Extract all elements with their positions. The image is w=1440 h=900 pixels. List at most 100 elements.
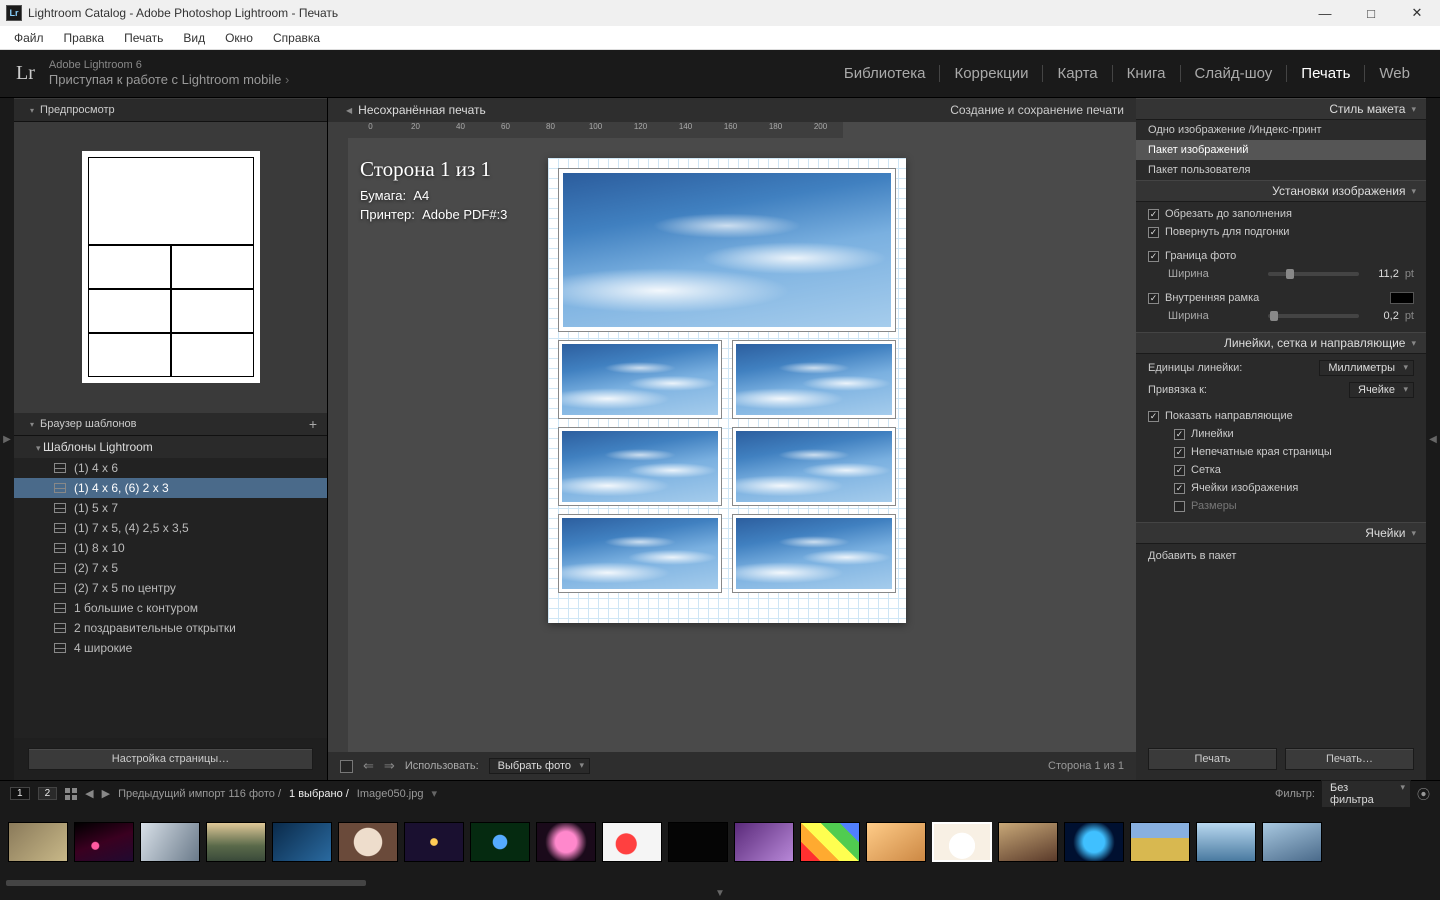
- filmstrip-thumb[interactable]: [140, 822, 200, 862]
- template-item[interactable]: 1 большие с контуром: [14, 598, 327, 618]
- module-Слайд-шоу[interactable]: Слайд-шоу: [1181, 65, 1288, 82]
- filter-select[interactable]: Без фильтра: [1321, 780, 1411, 808]
- template-item[interactable]: (1) 4 x 6, (6) 2 x 3: [14, 478, 327, 498]
- template-item[interactable]: 4 широкие: [14, 638, 327, 658]
- filmstrip-thumb[interactable]: [800, 822, 860, 862]
- filmstrip-thumb[interactable]: [470, 822, 530, 862]
- filmstrip-thumb[interactable]: [932, 822, 992, 862]
- show-guides-checkbox[interactable]: [1148, 411, 1159, 422]
- prev-page-button[interactable]: ⇐: [363, 758, 374, 774]
- filmstrip-thumb[interactable]: [998, 822, 1058, 862]
- module-Карта[interactable]: Карта: [1043, 65, 1112, 82]
- filmstrip-thumb[interactable]: [74, 822, 134, 862]
- snap-to-select[interactable]: Ячейке: [1349, 382, 1414, 398]
- photo-cell[interactable]: [732, 427, 896, 506]
- create-save-print-button[interactable]: Создание и сохранение печати: [950, 103, 1124, 117]
- module-Печать[interactable]: Печать: [1287, 65, 1365, 82]
- filmstrip-thumb[interactable]: [1130, 822, 1190, 862]
- module-Книга[interactable]: Книга: [1113, 65, 1181, 82]
- inner-stroke-width-slider[interactable]: [1268, 314, 1358, 318]
- add-template-button[interactable]: +: [309, 416, 317, 432]
- template-item[interactable]: (1) 7 x 5, (4) 2,5 x 3,5: [14, 518, 327, 538]
- monitor-1[interactable]: 1: [10, 787, 30, 800]
- filmstrip-thumb[interactable]: [206, 822, 266, 862]
- filmstrip-thumb[interactable]: [404, 822, 464, 862]
- filmstrip-thumb[interactable]: [668, 822, 728, 862]
- photo-cell[interactable]: [558, 427, 722, 506]
- photo-cell-large[interactable]: [558, 168, 896, 332]
- preview-header[interactable]: ▾Предпросмотр: [14, 98, 327, 122]
- page-setup-button[interactable]: Настройка страницы…: [28, 748, 313, 770]
- brand-sub[interactable]: Приступая к работе с Lightroom mobile: [49, 72, 289, 89]
- minimize-button[interactable]: —: [1302, 0, 1348, 26]
- inner-stroke-color[interactable]: [1390, 292, 1414, 304]
- menu-edit[interactable]: Правка: [54, 28, 115, 48]
- template-item[interactable]: (1) 4 x 6: [14, 458, 327, 478]
- soft-proof-checkbox[interactable]: [340, 760, 353, 773]
- template-item[interactable]: 2 поздравительные открытки: [14, 618, 327, 638]
- print-page[interactable]: [548, 158, 906, 623]
- module-Библиотека[interactable]: Библиотека: [830, 65, 941, 82]
- menu-help[interactable]: Справка: [263, 28, 330, 48]
- photo-cell[interactable]: [732, 514, 896, 593]
- filmstrip-thumb[interactable]: [272, 822, 332, 862]
- use-photos-select[interactable]: Выбрать фото: [489, 758, 590, 774]
- menu-file[interactable]: Файл: [4, 28, 54, 48]
- source-path[interactable]: Предыдущий импорт 116 фото /: [118, 788, 281, 800]
- photo-cell[interactable]: [558, 514, 722, 593]
- filmstrip-thumb[interactable]: [602, 822, 662, 862]
- guide-rulers-checkbox[interactable]: [1174, 429, 1185, 440]
- layout-style-header[interactable]: Стиль макета▾: [1136, 98, 1426, 120]
- filmstrip-thumb[interactable]: [1064, 822, 1124, 862]
- filmstrip-thumb[interactable]: [734, 822, 794, 862]
- filmstrip-scrollbar[interactable]: [0, 878, 1440, 888]
- left-expand-handle[interactable]: ▶: [0, 98, 14, 780]
- guide-dims-checkbox[interactable]: [1174, 501, 1185, 512]
- monitor-2[interactable]: 2: [38, 787, 58, 800]
- filmstrip-collapse[interactable]: ▼: [0, 888, 1440, 900]
- filmstrip-thumb[interactable]: [8, 822, 68, 862]
- layout-style-option[interactable]: Одно изображение /Индекс-принт: [1136, 120, 1426, 140]
- filter-lock-icon[interactable]: ⦿: [1417, 784, 1430, 803]
- image-settings-header[interactable]: Установки изображения▾: [1136, 180, 1426, 202]
- filmstrip-thumb[interactable]: [536, 822, 596, 862]
- crop-to-fill-checkbox[interactable]: [1148, 209, 1159, 220]
- guide-cells-checkbox[interactable]: [1174, 483, 1185, 494]
- close-button[interactable]: ✕: [1394, 0, 1440, 26]
- photo-cell[interactable]: [732, 340, 896, 419]
- guide-bleed-checkbox[interactable]: [1174, 447, 1185, 458]
- template-item[interactable]: (1) 8 x 10: [14, 538, 327, 558]
- template-item[interactable]: (1) 5 x 7: [14, 498, 327, 518]
- maximize-button[interactable]: □: [1348, 0, 1394, 26]
- template-category[interactable]: Шаблоны Lightroom: [14, 436, 327, 458]
- menu-view[interactable]: Вид: [173, 28, 215, 48]
- nav-fwd-icon[interactable]: ▶: [102, 787, 110, 800]
- layout-style-option[interactable]: Пакет пользователя: [1136, 160, 1426, 180]
- inner-stroke-checkbox[interactable]: [1148, 293, 1159, 304]
- photo-border-width-slider[interactable]: [1268, 272, 1358, 276]
- next-page-button[interactable]: ⇒: [384, 758, 395, 774]
- guide-grid-checkbox[interactable]: [1174, 465, 1185, 476]
- canvas-body[interactable]: Сторона 1 из 1 Бумага: A4 Принтер: Adobe…: [348, 138, 1136, 752]
- menu-print[interactable]: Печать: [114, 28, 173, 48]
- filmstrip-thumb[interactable]: [1262, 822, 1322, 862]
- template-browser-header[interactable]: ▾Браузер шаблонов +: [14, 412, 327, 436]
- menu-window[interactable]: Окно: [215, 28, 263, 48]
- print-dialog-button[interactable]: Печать…: [1285, 748, 1414, 770]
- photo-cell[interactable]: [558, 340, 722, 419]
- template-item[interactable]: (2) 7 x 5: [14, 558, 327, 578]
- ruler-units-select[interactable]: Миллиметры: [1319, 360, 1414, 376]
- filmstrip-thumb[interactable]: [338, 822, 398, 862]
- grid-icon[interactable]: [65, 788, 77, 800]
- cells-header[interactable]: Ячейки▾: [1136, 522, 1426, 544]
- print-button[interactable]: Печать: [1148, 748, 1277, 770]
- right-expand-handle[interactable]: ◀: [1426, 98, 1440, 780]
- nav-back-icon[interactable]: ◀: [85, 787, 93, 800]
- photo-border-checkbox[interactable]: [1148, 251, 1159, 262]
- rotate-to-fit-checkbox[interactable]: [1148, 227, 1159, 238]
- filmstrip[interactable]: [0, 806, 1440, 878]
- layout-style-option[interactable]: Пакет изображений: [1136, 140, 1426, 160]
- guides-header[interactable]: Линейки, сетка и направляющие▾: [1136, 332, 1426, 354]
- filmstrip-thumb[interactable]: [866, 822, 926, 862]
- module-Коррекции[interactable]: Коррекции: [940, 65, 1043, 82]
